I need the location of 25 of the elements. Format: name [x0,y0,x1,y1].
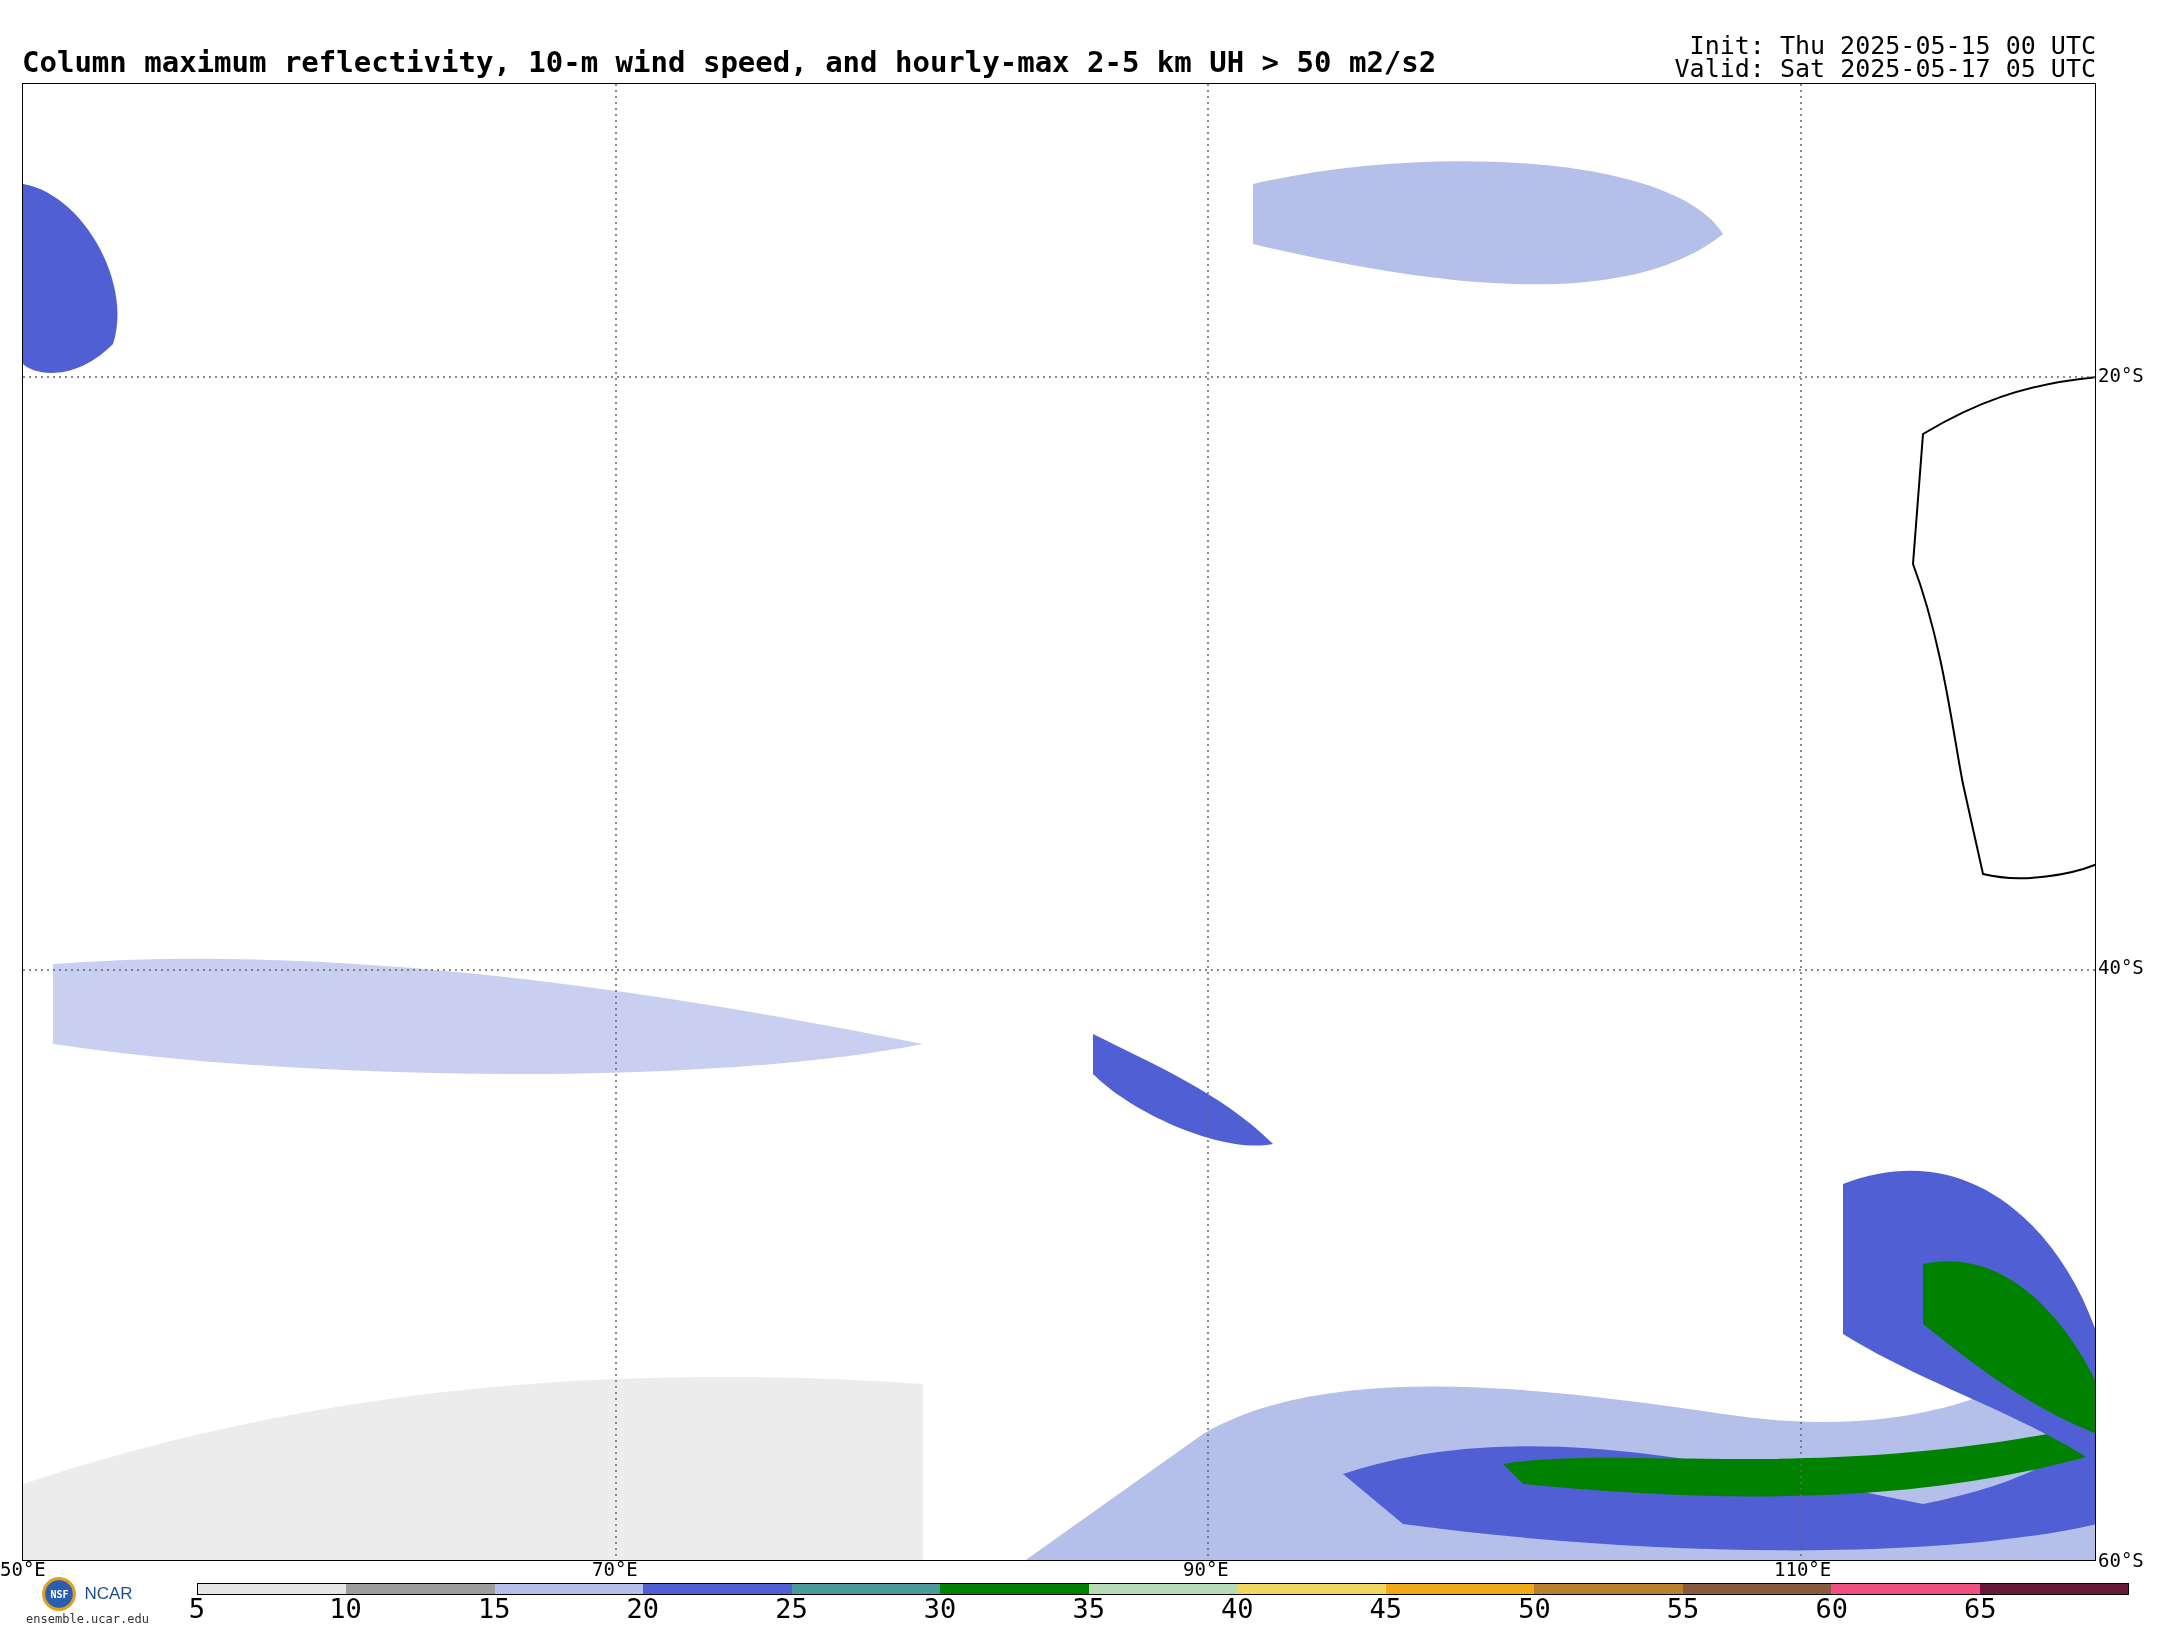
tick-label: 10 [329,1595,362,1624]
tick-label: 60 [1815,1595,1848,1624]
tick-label: 30 [923,1595,957,1624]
init-time: Init: Thu 2025-05-15 00 UTC [1689,33,2096,58]
latitude-label: 40°S [2098,958,2144,977]
longitude-label: 70°E [592,1560,638,1579]
tick-label: 45 [1369,1595,1403,1624]
logo-badge: NSF [42,1577,77,1611]
latitude-label: 20°S [2098,366,2144,385]
tick-label: 50 [1518,1595,1551,1624]
tick-label: 35 [1072,1595,1105,1624]
tick-label: 5 [188,1595,206,1624]
tick-label: 40 [1221,1595,1254,1624]
longitude-label: 50°E [0,1560,46,1579]
longitude-label: 110°E [1774,1560,1832,1579]
tick-label: 15 [477,1595,511,1624]
logo-text: NCAR [84,1583,133,1606]
longitude-label: 90°E [1183,1560,1229,1579]
tick-label: 25 [775,1595,808,1624]
tick-label: 65 [1964,1595,1997,1624]
valid-time: Valid: Sat 2025-05-17 05 UTC [1674,57,2096,81]
tick-label: 20 [626,1595,660,1624]
tick-label: 55 [1666,1595,1700,1624]
chart-title: Column maximum reflectivity, 10-m wind speed, and hourly-max 2-5 km UH > 50 m2/s2 [22,48,1437,77]
latitude-label: 60°S [2098,1551,2144,1570]
